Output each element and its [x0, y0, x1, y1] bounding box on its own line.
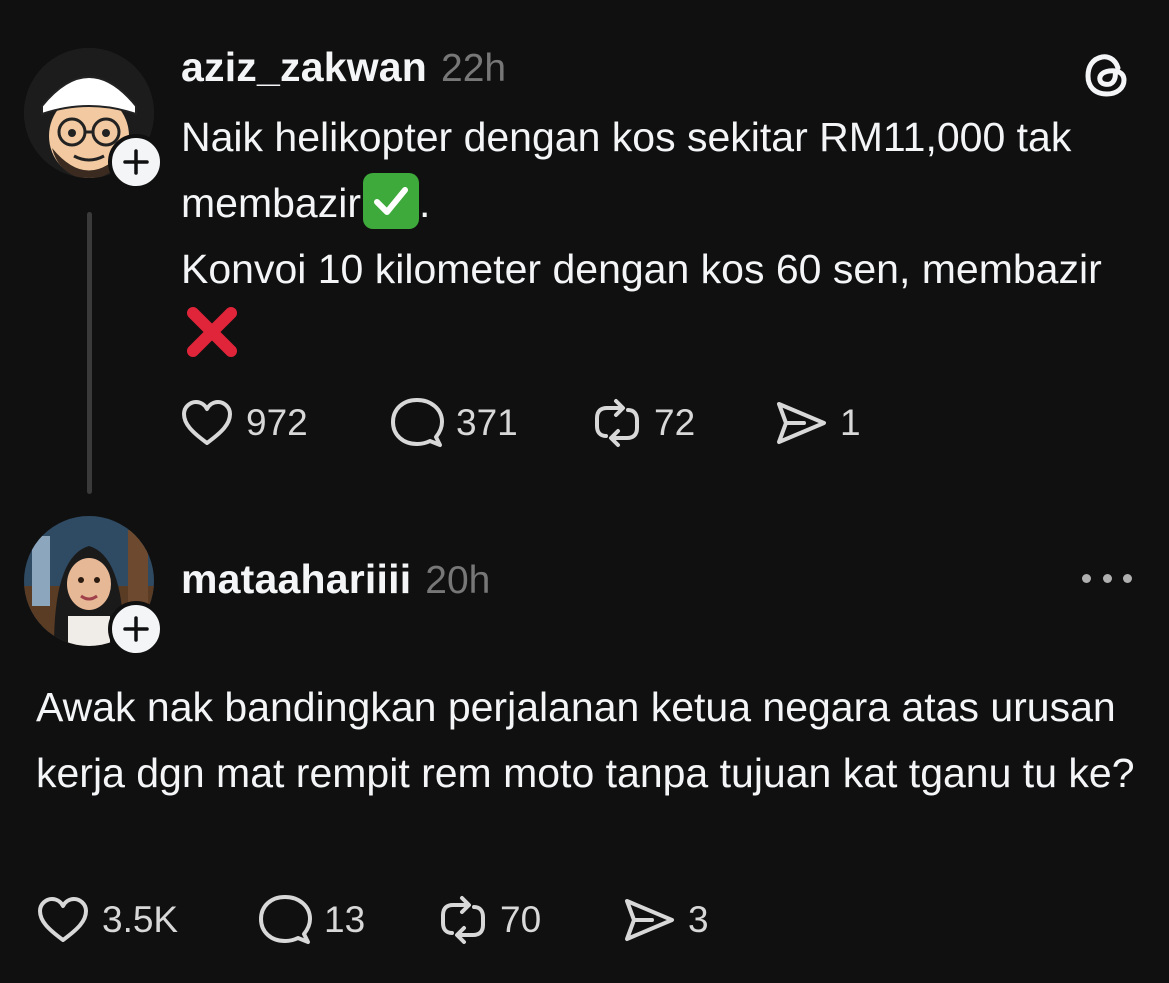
repost-button[interactable]: 70	[438, 893, 622, 947]
more-options-button[interactable]	[1082, 565, 1132, 591]
like-button[interactable]: 3.5K	[36, 895, 258, 945]
more-dots-icon	[1082, 573, 1091, 583]
post-mataahariiii: mataahariiii 20h Awak nak bandingkan per…	[0, 0, 1169, 983]
more-dots-icon	[1123, 573, 1132, 583]
post-actions: 3.5K 13 70 3	[36, 893, 709, 947]
speech-bubble-icon	[259, 895, 312, 944]
heart-icon	[38, 897, 88, 942]
send-icon	[625, 899, 674, 941]
username[interactable]: mataahariiii	[181, 556, 411, 603]
repost-arrows-icon	[441, 896, 485, 944]
plus-icon	[123, 616, 149, 642]
timestamp[interactable]: 20h	[425, 559, 490, 603]
post-body: Awak nak bandingkan perjalanan ketua neg…	[36, 674, 1136, 806]
reply-count: 13	[324, 899, 366, 940]
reply-button[interactable]: 13	[258, 894, 438, 946]
share-button[interactable]: 3	[622, 896, 709, 944]
follow-button[interactable]	[108, 601, 164, 657]
post-header: mataahariiii 20h	[181, 556, 490, 603]
repost-count: 70	[500, 899, 542, 940]
share-count: 3	[688, 899, 709, 940]
post-text: Awak nak bandingkan perjalanan ketua neg…	[36, 684, 1135, 796]
more-dots-icon	[1102, 573, 1112, 583]
like-count: 3.5K	[102, 899, 179, 940]
